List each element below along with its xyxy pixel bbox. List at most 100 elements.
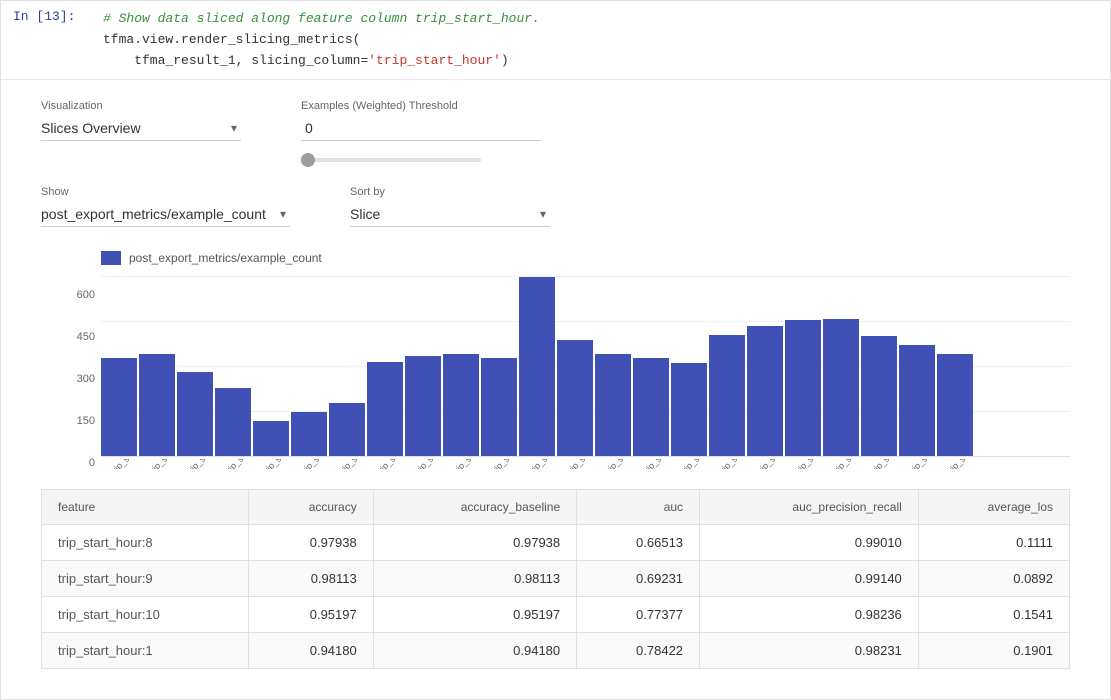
data-table: feature accuracy accuracy_baseline auc a… <box>41 489 1070 669</box>
bar-20 <box>861 336 897 456</box>
bars-container <box>101 277 1070 457</box>
x-label-10: trip_s... <box>486 459 519 469</box>
x-label-7: trip_s... <box>372 459 405 469</box>
code-block: # Show data sliced along feature column … <box>91 1 1110 79</box>
cell-input: In [13]: # Show data sliced along featur… <box>1 1 1110 80</box>
col-auc: auc <box>577 490 700 525</box>
bar-0 <box>101 358 137 456</box>
sort-control: Sort by SliceMetric Value <box>350 186 550 227</box>
controls-row-2: Show post_export_metrics/example_countac… <box>41 186 1070 227</box>
chart-container: post_export_metrics/example_count 0 150 … <box>61 251 1070 469</box>
sort-label: Sort by <box>350 186 550 198</box>
show-select-wrapper[interactable]: post_export_metrics/example_countaccurac… <box>41 202 290 227</box>
cell-accuracy_baseline-1: 0.98113 <box>373 561 576 597</box>
x-label-4: trip_s... <box>258 459 291 469</box>
bar-5 <box>291 412 327 457</box>
cell-feature-1: trip_start_hour:9 <box>42 561 249 597</box>
x-label-2: trip_s... <box>182 459 215 469</box>
threshold-label: Examples (Weighted) Threshold <box>301 100 541 112</box>
visualization-control: Visualization Slices OverviewMetrics His… <box>41 100 241 141</box>
x-label-19: trip_s... <box>828 459 861 469</box>
code-func-arg: tfma_result_1, slicing_column= <box>103 53 368 68</box>
cell-average_los-0: 0.1111 <box>918 525 1069 561</box>
y-axis: 0 150 300 450 600 <box>61 289 101 469</box>
x-label-17: trip_s... <box>752 459 785 469</box>
cell-average_los-1: 0.0892 <box>918 561 1069 597</box>
y-label-300: 300 <box>61 373 95 385</box>
bar-16 <box>709 335 745 457</box>
x-label-11: trip_s... <box>524 459 557 469</box>
visualization-select[interactable]: Slices OverviewMetrics Histogram <box>41 116 241 141</box>
chart-area: 0 150 300 450 600 trip_s <box>61 277 1070 469</box>
bar-1 <box>139 354 175 456</box>
cell-auc-2: 0.77377 <box>577 597 700 633</box>
visualization-select-wrapper[interactable]: Slices OverviewMetrics Histogram <box>41 116 241 141</box>
x-label-0: trip_s... <box>106 459 139 469</box>
code-comment: # Show data sliced along feature column … <box>103 11 540 26</box>
x-label-5: trip_s... <box>296 459 329 469</box>
threshold-control: Examples (Weighted) Threshold <box>301 100 541 166</box>
bar-6 <box>329 403 365 457</box>
code-line-3: tfma_result_1, slicing_column='trip_star… <box>103 51 1098 72</box>
bar-10 <box>481 358 517 456</box>
bar-19 <box>823 319 859 457</box>
cell-accuracy-1: 0.98113 <box>249 561 373 597</box>
cell-average_los-3: 0.1901 <box>918 633 1069 669</box>
bar-7 <box>367 362 403 457</box>
col-accuracy: accuracy <box>249 490 373 525</box>
show-select[interactable]: post_export_metrics/example_countaccurac… <box>41 202 290 227</box>
bar-4 <box>253 421 289 457</box>
x-label-21: trip_s... <box>904 459 937 469</box>
sort-select[interactable]: SliceMetric Value <box>350 202 550 227</box>
bar-14 <box>633 358 669 456</box>
bar-3 <box>215 388 251 456</box>
x-label-1: trip_s... <box>144 459 177 469</box>
cell-auc-0: 0.66513 <box>577 525 700 561</box>
bar-9 <box>443 354 479 456</box>
cell-auc_precision_recall-0: 0.99010 <box>700 525 919 561</box>
table-row: trip_start_hour:100.951970.951970.773770… <box>42 597 1070 633</box>
cell-auc-3: 0.78422 <box>577 633 700 669</box>
cell-accuracy-0: 0.97938 <box>249 525 373 561</box>
grid-line-450 <box>101 321 1070 322</box>
bar-13 <box>595 354 631 456</box>
x-label-3: trip_s... <box>220 459 253 469</box>
col-average-loss: average_los <box>918 490 1069 525</box>
bar-11 <box>519 277 555 456</box>
controls-row-1: Visualization Slices OverviewMetrics His… <box>41 100 1070 166</box>
bar-2 <box>177 372 213 456</box>
code-line-1: # Show data sliced along feature column … <box>103 9 1098 30</box>
sort-select-wrapper[interactable]: SliceMetric Value <box>350 202 550 227</box>
x-label-12: trip_s... <box>562 459 595 469</box>
y-label-150: 150 <box>61 415 95 427</box>
code-line-2: tfma.view.render_slicing_metrics( <box>103 30 1098 51</box>
header-row: feature accuracy accuracy_baseline auc a… <box>42 490 1070 525</box>
bar-12 <box>557 340 593 456</box>
show-label: Show <box>41 186 290 198</box>
legend-color-box <box>101 251 121 265</box>
x-label-20: trip_s... <box>866 459 899 469</box>
x-labels: trip_s... trip_s... trip_s... trip_s... trip… <box>101 459 1070 469</box>
bar-22 <box>937 354 973 456</box>
cell-accuracy-3: 0.94180 <box>249 633 373 669</box>
threshold-slider[interactable] <box>301 158 481 162</box>
cell-feature-2: trip_start_hour:10 <box>42 597 249 633</box>
cell-accuracy_baseline-2: 0.95197 <box>373 597 576 633</box>
cell-label: In [13]: <box>1 1 91 79</box>
col-auc-precision-recall: auc_precision_recall <box>700 490 919 525</box>
show-control: Show post_export_metrics/example_countac… <box>41 186 290 227</box>
x-label-15: trip_s... <box>676 459 709 469</box>
table-row: trip_start_hour:10.941800.941800.784220.… <box>42 633 1070 669</box>
cell-feature-0: trip_start_hour:8 <box>42 525 249 561</box>
cell-average_los-2: 0.1541 <box>918 597 1069 633</box>
threshold-input[interactable] <box>301 116 541 141</box>
x-label-13: trip_s... <box>600 459 633 469</box>
cell-accuracy_baseline-0: 0.97938 <box>373 525 576 561</box>
visualization-label: Visualization <box>41 100 241 112</box>
cell-accuracy-2: 0.95197 <box>249 597 373 633</box>
chart-content: trip_s... trip_s... trip_s... trip_s... trip… <box>101 277 1070 469</box>
x-label-6: trip_s... <box>334 459 367 469</box>
x-label-22: trip_s... <box>942 459 975 469</box>
code-string: 'trip_start_hour' <box>368 53 501 68</box>
y-label-0: 0 <box>61 457 95 469</box>
